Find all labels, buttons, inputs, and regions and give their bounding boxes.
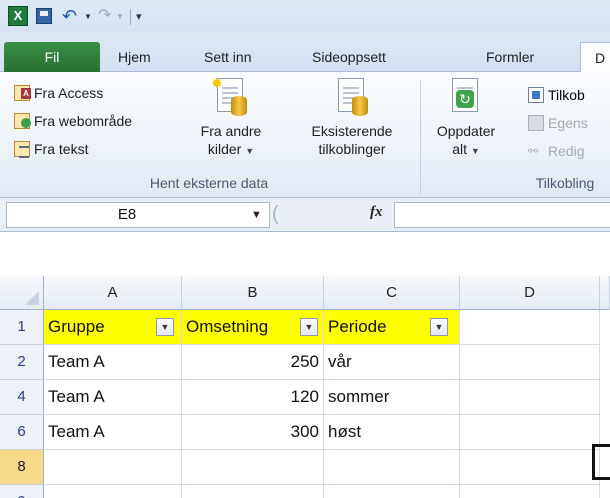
refresh-label-2: alt xyxy=(452,141,467,157)
other-sources-icon: ✸ xyxy=(211,75,247,118)
cell-a8[interactable] xyxy=(44,450,182,485)
column-header-e[interactable] xyxy=(600,276,610,310)
cell-a1[interactable]: Gruppe ▼ xyxy=(44,310,182,345)
chevron-down-icon: ▼ xyxy=(245,146,255,156)
tab-formulas[interactable]: Formler xyxy=(486,44,534,72)
connections-label: Tilkob xyxy=(548,87,585,103)
text-file-icon xyxy=(14,141,30,158)
column-header-b[interactable]: B xyxy=(182,276,324,310)
tab-home[interactable]: Hjem xyxy=(118,44,151,72)
name-box-value: E8 xyxy=(117,206,137,223)
row-header[interactable]: 9 xyxy=(0,485,44,498)
row-header-selected[interactable]: 8 xyxy=(0,450,44,485)
row-header[interactable]: 6 xyxy=(0,415,44,450)
group-label-get-external-data: Hent eksterne data xyxy=(149,175,269,191)
from-other-sources-button[interactable]: ✸ Fra andre kilder ▼ xyxy=(188,75,274,174)
tab-file[interactable]: Fil xyxy=(4,42,100,74)
cell-d4[interactable] xyxy=(460,380,600,415)
cell-value: Gruppe xyxy=(48,317,105,336)
formula-bar-resize-handle[interactable]: ( xyxy=(272,204,286,226)
cell-value: Periode xyxy=(328,317,387,336)
active-cell-e8[interactable] xyxy=(592,444,610,480)
from-other-label-2: kilder xyxy=(207,141,242,157)
ribbon-tabs: Fil Hjem Sett inn Sideoppsett Formler D xyxy=(0,32,610,74)
connections-icon xyxy=(528,87,544,103)
formula-bar: E8 ▼ ( fx xyxy=(0,198,610,232)
cell-c9[interactable] xyxy=(324,485,460,498)
spreadsheet-grid: A B C D 1 Gruppe ▼ Omsetning ▼ Periode ▼… xyxy=(0,232,610,498)
existing-connections-button[interactable]: Eksisterende tilkoblinger xyxy=(294,78,410,174)
cell-d1[interactable] xyxy=(460,310,600,345)
qat-separator xyxy=(130,9,131,25)
from-access-label: Fra Access xyxy=(34,85,104,101)
refresh-all-button[interactable]: ↻ Oppdater alt ▼ xyxy=(428,78,504,174)
quick-access-toolbar: X ↶ ▼ ↷ ▼ ▾ xyxy=(0,0,610,32)
filter-active-icon[interactable]: ▼ xyxy=(156,318,174,336)
cell-a6[interactable]: Team A xyxy=(44,415,182,450)
properties-icon xyxy=(528,115,544,131)
from-text-label: Fra tekst xyxy=(34,141,89,157)
cell-d6[interactable] xyxy=(460,415,600,450)
row-header[interactable]: 1 xyxy=(0,310,44,345)
existing-label-2: tilkoblinger xyxy=(318,141,386,157)
column-header-c[interactable]: C xyxy=(324,276,460,310)
redo-icon[interactable]: ↷ xyxy=(98,6,114,26)
column-header-d[interactable]: D xyxy=(460,276,600,310)
link-icon: ⚯ xyxy=(528,144,539,158)
cell-a4[interactable]: Team A xyxy=(44,380,182,415)
refresh-icon: ↻ xyxy=(450,78,482,118)
chevron-down-icon: ▼ xyxy=(470,146,480,156)
cell-a9[interactable] xyxy=(44,485,182,498)
cell-b8[interactable] xyxy=(182,450,324,485)
save-icon[interactable] xyxy=(36,8,52,24)
cell-d8[interactable] xyxy=(460,450,600,485)
cell-c8[interactable] xyxy=(324,450,460,485)
row-header[interactable]: 4 xyxy=(0,380,44,415)
cell-d9[interactable] xyxy=(460,485,600,498)
tab-page-layout[interactable]: Sideoppsett xyxy=(312,44,386,72)
customize-qat-icon[interactable]: ▾ xyxy=(136,6,148,26)
access-icon xyxy=(14,85,31,101)
chevron-down-icon[interactable]: ▼ xyxy=(251,209,262,221)
web-icon xyxy=(14,113,31,129)
cell-c6[interactable]: høst xyxy=(324,415,460,450)
cell-a2[interactable]: Team A xyxy=(44,345,182,380)
cell-b2[interactable]: 250 xyxy=(182,345,324,380)
cell-c4[interactable]: sommer xyxy=(324,380,460,415)
row-header[interactable]: 2 xyxy=(0,345,44,380)
edit-links-label: Redig xyxy=(548,143,585,159)
cell-b6[interactable]: 300 xyxy=(182,415,324,450)
refresh-label-1: Oppdater xyxy=(436,123,496,139)
ribbon-data: Fra Access Fra webområde Fra tekst ✸ Fra… xyxy=(0,72,610,198)
existing-label-1: Eksisterende xyxy=(311,123,393,139)
filter-dropdown-icon[interactable]: ▼ xyxy=(300,318,318,336)
redo-dropdown-icon[interactable]: ▼ xyxy=(116,6,124,26)
excel-icon[interactable]: X xyxy=(8,6,28,26)
insert-function-icon[interactable]: fx xyxy=(370,204,383,221)
undo-icon[interactable]: ↶ xyxy=(62,6,84,26)
properties-label: Egens xyxy=(548,115,588,131)
group-separator xyxy=(420,80,421,194)
tab-insert[interactable]: Sett inn xyxy=(204,44,251,72)
existing-connections-icon xyxy=(336,78,368,118)
cell-b9[interactable] xyxy=(182,485,324,498)
tab-data[interactable]: D xyxy=(580,42,610,74)
filter-dropdown-icon[interactable]: ▼ xyxy=(430,318,448,336)
undo-dropdown-icon[interactable]: ▼ xyxy=(84,6,92,26)
cell-value: Omsetning xyxy=(186,317,269,336)
cell-c2[interactable]: vår xyxy=(324,345,460,380)
cell-d2[interactable] xyxy=(460,345,600,380)
cell-b1[interactable]: Omsetning ▼ xyxy=(182,310,324,345)
from-web-label: Fra webområde xyxy=(34,113,133,129)
column-header-a[interactable]: A xyxy=(44,276,182,310)
formula-input[interactable] xyxy=(394,202,610,228)
cell-c1[interactable]: Periode ▼ xyxy=(324,310,460,345)
group-label-connections: Tilkobling xyxy=(535,175,595,191)
cell-b4[interactable]: 120 xyxy=(182,380,324,415)
excel-window: X ↶ ▼ ↷ ▼ ▾ Fil Hjem Sett inn Sideoppset… xyxy=(0,0,610,498)
from-other-label-1: Fra andre xyxy=(200,123,262,139)
name-box[interactable]: E8 ▼ xyxy=(6,202,270,228)
select-all-button[interactable] xyxy=(0,276,44,310)
